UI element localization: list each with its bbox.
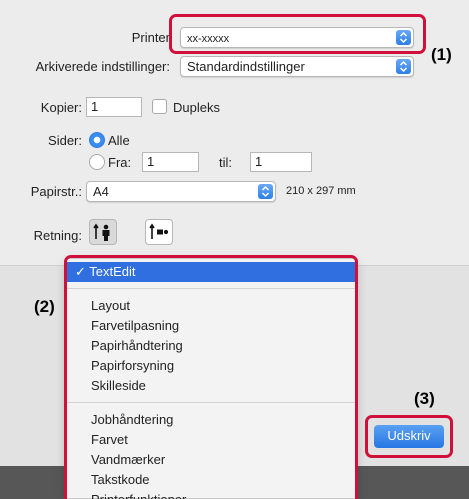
callout-2-label: (2) [34,297,55,316]
print-button[interactable]: Udskriv [374,425,444,448]
callout-3-label: (3) [414,389,435,408]
pages-from-input[interactable]: 1 [142,152,199,172]
pages-label: Sider: [48,133,82,148]
pages-all-radio[interactable] [89,132,105,148]
duplex-checkbox[interactable] [152,99,167,114]
paper-size-value: A4 [93,184,109,199]
landscape-person-icon [149,223,169,239]
pages-all-label: Alle [108,133,130,148]
paper-size-select[interactable]: A4 [86,181,276,202]
pages-to-input[interactable]: 1 [250,152,312,172]
pages-from-label: Fra: [108,155,132,170]
callout-1-frame [169,14,426,54]
copies-input[interactable]: 1 [86,97,142,117]
copies-label: Kopier: [40,100,82,115]
chevron-updown-icon [258,184,273,199]
presets-label: Arkiverede indstillinger: [35,59,170,74]
callout-2-frame [64,255,358,499]
paper-size-label: Papirstr.: [30,184,82,199]
callout-1-label: (1) [431,45,452,64]
pages-to-label: til: [219,155,232,170]
landscape-orientation-button[interactable] [145,219,173,245]
presets-select[interactable]: Standardindstillinger [180,56,414,77]
portrait-orientation-button[interactable] [89,219,117,245]
pages-range-radio[interactable] [89,154,105,170]
chevron-updown-icon [396,59,411,74]
presets-value: Standardindstillinger [187,59,305,74]
printer-label: Printer [131,30,170,45]
portrait-person-icon [93,223,110,241]
orientation-label: Retning: [33,228,82,243]
paper-dimensions: 210 x 297 mm [286,185,356,197]
duplex-label: Dupleks [173,100,220,115]
